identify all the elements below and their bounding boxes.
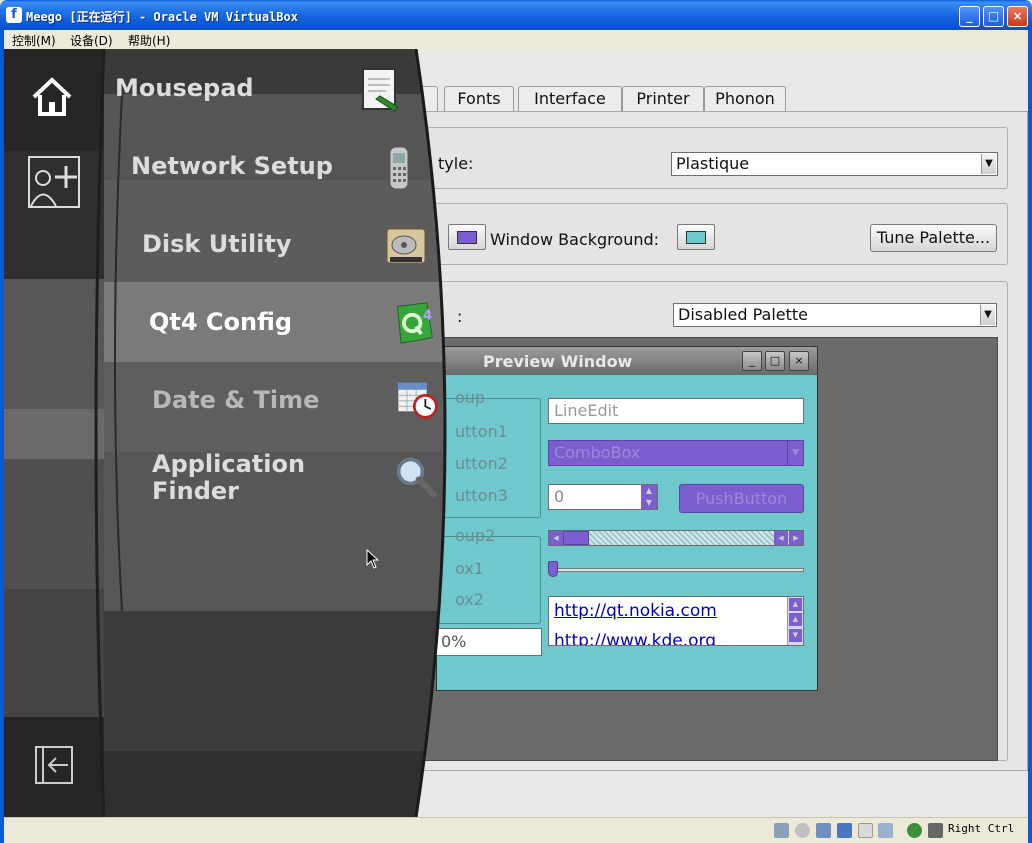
virtualbox-logo-icon: f <box>6 7 22 23</box>
shared-folder-icon[interactable] <box>858 823 873 838</box>
preview-title: Preview Window <box>483 352 633 371</box>
svg-text:4: 4 <box>423 308 432 323</box>
optical-drive-icon[interactable] <box>795 823 810 838</box>
slider-handle[interactable] <box>548 561 558 577</box>
guest-screen[interactable]: Fonts Interface Printer Phonon tyle: Pla… <box>4 49 1028 817</box>
preview-window: Preview Window _ □ × oup utton1 utton2 u… <box>435 346 818 691</box>
title-bar[interactable]: f Meego [正在运行] - Oracle VM VirtualBox _ … <box>0 0 1032 30</box>
qt-icon[interactable]: 4 <box>392 299 436 347</box>
launcher-item-disk-utility[interactable]: Disk Utility <box>142 231 292 258</box>
combo-box[interactable]: ComboBox ▼ <box>548 440 804 466</box>
launcher-item-mousepad[interactable]: Mousepad <box>115 75 254 102</box>
chevron-down-icon: ▼ <box>981 154 996 174</box>
spin-arrows-icon[interactable]: ▲ ▼ <box>641 485 657 509</box>
chevron-down-icon: ▼ <box>787 441 803 465</box>
exit-icon[interactable] <box>34 745 74 785</box>
horizontal-scrollbar[interactable]: ◀ ◀ ▶ <box>548 530 804 546</box>
mouse-cursor-icon <box>366 549 380 569</box>
minimize-button[interactable]: _ <box>959 6 980 27</box>
magnifier-icon[interactable] <box>394 453 438 501</box>
scroll-up-icon[interactable]: ▲ <box>789 613 802 626</box>
scroll-up-icon[interactable]: ▲ <box>789 598 802 611</box>
window-frame-right <box>1028 30 1032 843</box>
maximize-button[interactable]: □ <box>983 6 1004 27</box>
spin-box[interactable]: 0 ▲ ▼ <box>548 484 658 510</box>
scroll-left-icon[interactable]: ◀ <box>774 531 788 545</box>
vertical-scrollbar[interactable]: ▲ ▲ ▼ <box>787 597 803 645</box>
scroll-left-icon[interactable]: ◀ <box>549 531 563 545</box>
scrollbar-handle[interactable] <box>563 531 589 545</box>
scroll-right-icon[interactable]: ▶ <box>789 531 803 545</box>
spin-box-value: 0 <box>554 487 565 506</box>
window-background-chip <box>686 231 706 244</box>
meego-launcher: Mousepad Network Setup Disk Utility Qt4 … <box>4 49 464 817</box>
launcher-item-application-finder[interactable]: Application Finder <box>152 451 305 505</box>
slider-track[interactable] <box>548 568 804 572</box>
window-background-label: Window Background: <box>490 230 660 249</box>
push-button[interactable]: PushButton <box>679 484 804 513</box>
mousepad-icon[interactable] <box>358 67 402 115</box>
host-key-label: Right Ctrl <box>948 822 1015 835</box>
add-user-icon[interactable] <box>28 156 80 208</box>
usb-icon[interactable] <box>816 823 831 838</box>
home-icon[interactable] <box>30 75 74 119</box>
tab-printer[interactable]: Printer <box>622 86 704 112</box>
launcher-item-qt4-config[interactable]: Qt4 Config <box>149 309 292 336</box>
line-edit[interactable]: LineEdit <box>548 398 804 424</box>
phone-icon[interactable] <box>378 143 422 191</box>
calendar-clock-icon[interactable] <box>396 375 440 423</box>
palette-combo-value: Disabled Palette <box>678 305 809 324</box>
tab-interface[interactable]: Interface <box>518 86 622 112</box>
palette-combo[interactable]: Disabled Palette ▼ <box>673 303 997 327</box>
window-background-swatch[interactable] <box>677 224 715 250</box>
menu-control[interactable]: 控制(M) <box>12 32 56 49</box>
line-edit-text: LineEdit <box>554 401 619 420</box>
keyboard-capture-icon[interactable] <box>928 823 943 838</box>
link-qt[interactable]: http://qt.nokia.com <box>554 601 717 621</box>
mouse-integration-icon[interactable] <box>907 823 922 838</box>
hard-disk-icon[interactable] <box>384 221 428 269</box>
window-title: Meego [正在运行] - Oracle VM VirtualBox <box>26 10 298 24</box>
launcher-item-date-time[interactable]: Date & Time <box>152 387 319 414</box>
chevron-down-icon: ▼ <box>980 305 995 325</box>
tune-palette-button[interactable]: Tune Palette... <box>870 224 997 252</box>
tab-phonon[interactable]: Phonon <box>704 86 786 112</box>
close-button[interactable]: × <box>1007 6 1028 27</box>
preview-maximize-button[interactable]: □ <box>765 351 785 371</box>
network-icon[interactable] <box>837 823 852 838</box>
preview-minimize-button[interactable]: _ <box>742 351 762 371</box>
preview-title-bar[interactable]: Preview Window _ □ × <box>437 347 817 375</box>
menu-help[interactable]: 帮助(H) <box>128 32 170 49</box>
combo-box-text: ComboBox <box>554 443 641 462</box>
text-browser[interactable]: http://qt.nokia.com http://www.kde.org ▲… <box>548 596 804 646</box>
scroll-down-icon[interactable]: ▼ <box>789 629 802 642</box>
menu-bar: 控制(M) 设备(D) 帮助(H) <box>4 30 1028 49</box>
status-bar: Right Ctrl <box>4 817 1028 843</box>
link-kde[interactable]: http://www.kde.org <box>554 631 716 645</box>
video-capture-icon[interactable] <box>878 823 893 838</box>
launcher-item-network-setup[interactable]: Network Setup <box>131 153 333 180</box>
hard-disk-icon[interactable] <box>774 823 789 838</box>
menu-devices[interactable]: 设备(D) <box>70 32 113 49</box>
style-combo-value: Plastique <box>676 154 750 173</box>
style-combo[interactable]: Plastique ▼ <box>671 152 998 176</box>
preview-close-button[interactable]: × <box>789 351 809 371</box>
